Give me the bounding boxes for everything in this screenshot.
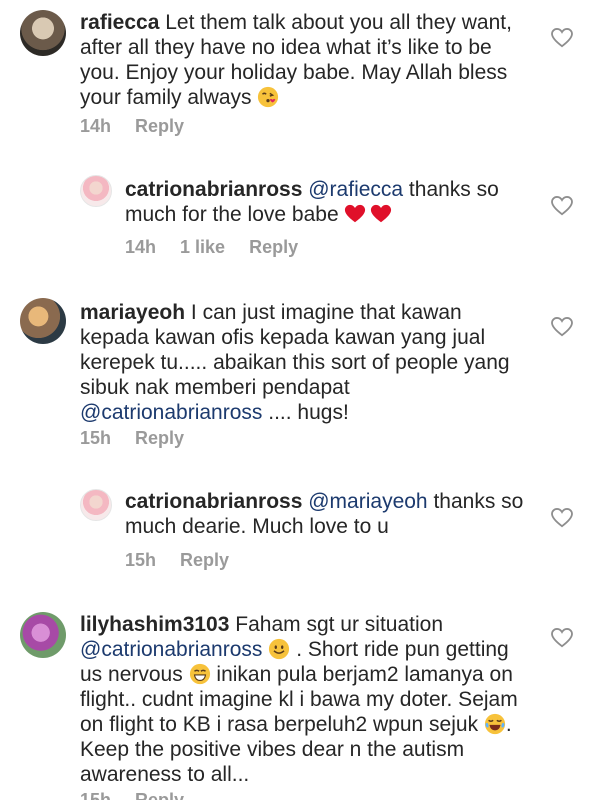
comment-text: catrionabrianross @rafiecca thanks so mu… xyxy=(125,178,499,226)
username[interactable]: rafiecca xyxy=(80,11,159,34)
timestamp: 15h xyxy=(125,550,157,570)
grinning-face-icon xyxy=(189,663,210,685)
mention-link[interactable]: @rafiecca xyxy=(302,178,403,201)
like-heart-icon[interactable] xyxy=(551,628,573,648)
mention-link[interactable]: @catrionabrianross xyxy=(80,638,262,661)
comment-meta: 15h Reply xyxy=(80,428,208,449)
smiling-face-icon xyxy=(269,638,290,660)
comment-meta: 14h Reply xyxy=(80,116,208,137)
username[interactable]: mariayeoh xyxy=(80,301,185,324)
mention-link[interactable]: @mariayeoh xyxy=(302,490,427,513)
tears-of-joy-icon xyxy=(484,713,506,735)
comment-text: lilyhashim3103 Faham sgt ur situation @c… xyxy=(80,613,518,786)
reply-button[interactable]: Reply xyxy=(135,790,184,800)
timestamp: 14h xyxy=(125,237,157,257)
timestamp: 14h xyxy=(80,116,112,136)
comment-meta: 15h Reply xyxy=(80,790,208,800)
likes-count[interactable]: 1 like xyxy=(180,237,225,257)
timestamp: 15h xyxy=(80,790,112,800)
reply-button[interactable]: Reply xyxy=(180,550,229,570)
like-heart-icon[interactable] xyxy=(551,508,573,528)
comment-text: catrionabrianross @mariayeoh thanks so m… xyxy=(125,490,524,538)
like-heart-icon[interactable] xyxy=(551,317,573,337)
reply-button[interactable]: Reply xyxy=(249,237,298,257)
username[interactable]: catrionabrianross xyxy=(125,178,302,201)
red-heart-icon xyxy=(345,204,366,223)
like-heart-icon[interactable] xyxy=(551,28,573,48)
avatar[interactable] xyxy=(80,489,112,521)
avatar[interactable] xyxy=(20,298,66,344)
comment-text: mariayeoh I can just imagine that kawan … xyxy=(80,301,510,424)
comment-meta: 15h Reply xyxy=(125,550,253,571)
comment-text: rafiecca Let them talk about you all the… xyxy=(80,11,512,109)
avatar[interactable] xyxy=(80,175,112,207)
username[interactable]: catrionabrianross xyxy=(125,490,302,513)
avatar[interactable] xyxy=(20,612,66,658)
timestamp: 15h xyxy=(80,428,112,448)
red-heart-icon xyxy=(371,204,392,223)
reply-button[interactable]: Reply xyxy=(135,428,184,448)
comment-meta: 14h 1 like Reply xyxy=(125,237,322,258)
avatar[interactable] xyxy=(20,10,66,56)
kissing-face-icon xyxy=(258,86,279,108)
reply-button[interactable]: Reply xyxy=(135,116,184,136)
like-heart-icon[interactable] xyxy=(551,196,573,216)
mention-link[interactable]: @catrionabrianross xyxy=(80,401,262,424)
username[interactable]: lilyhashim3103 xyxy=(80,613,229,636)
